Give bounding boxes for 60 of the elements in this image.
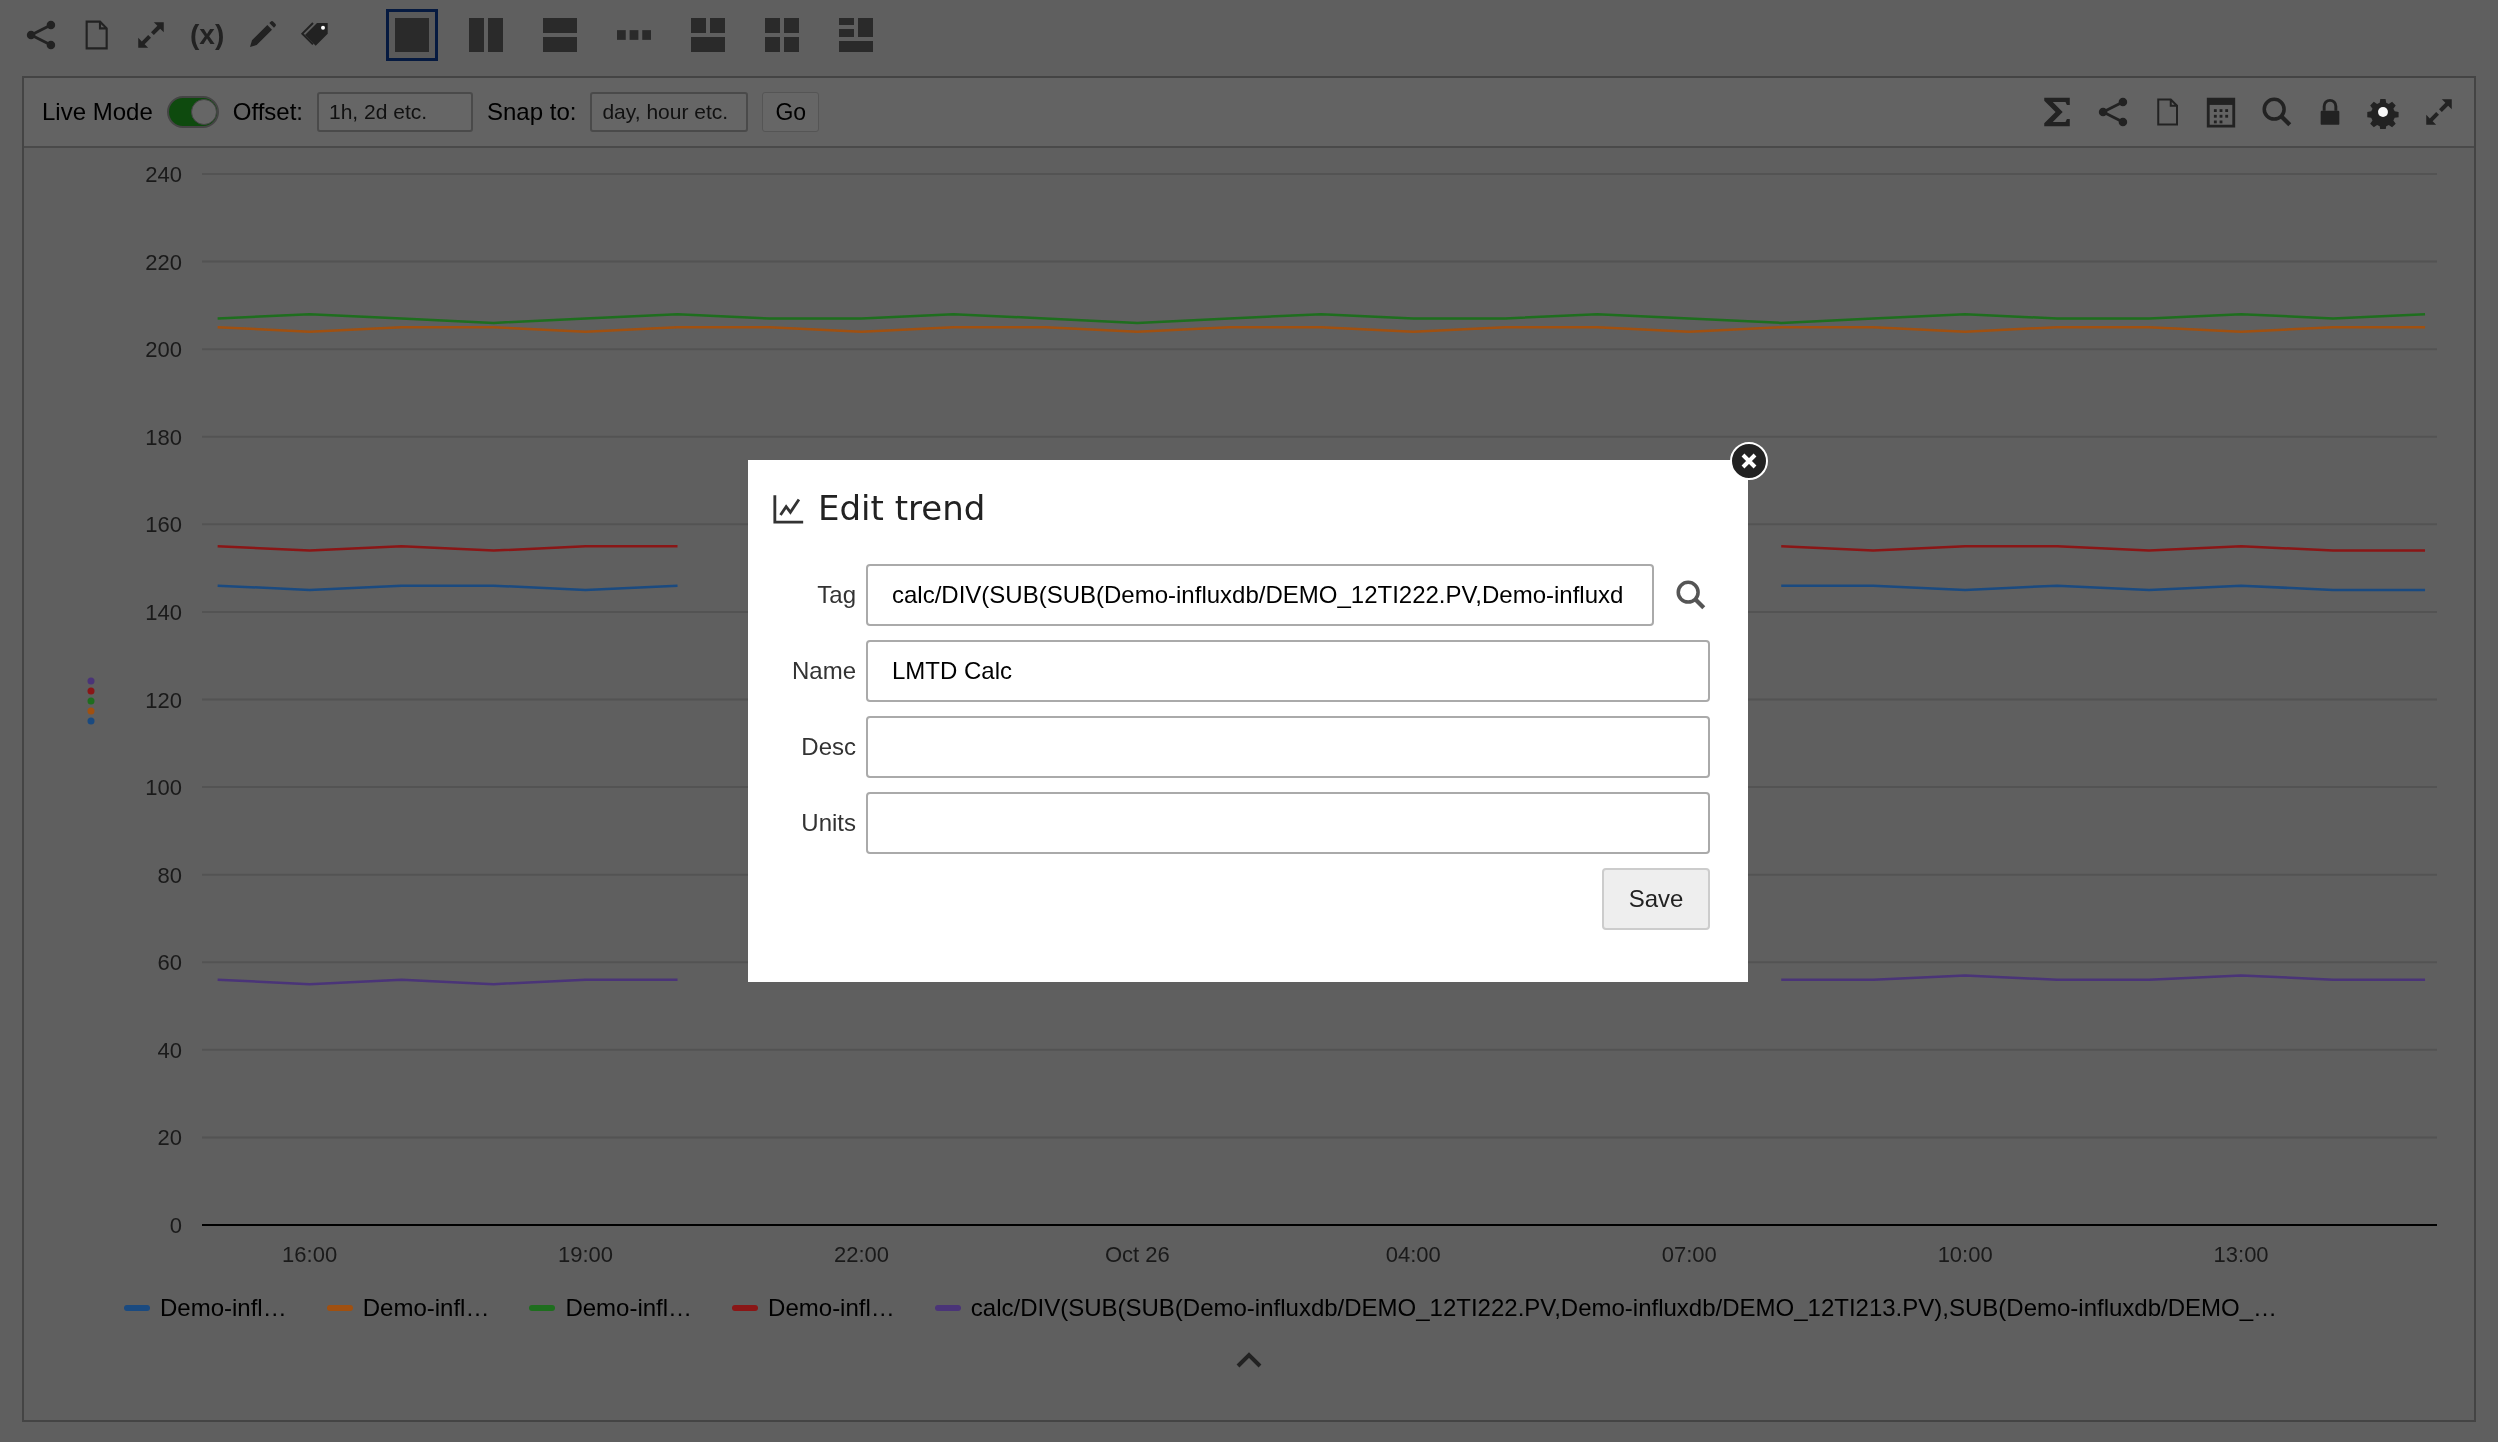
layout-icon <box>543 18 578 52</box>
variables-button[interactable]: (x) <box>190 19 225 51</box>
axis-label: 22:00 <box>833 1242 889 1267</box>
legend-label[interactable]: calc/DIV(SUB(SUB(Demo-influxdb/DEMO_12TI222.PV,Demo-influxdb/DEMO_12TI213.PV),SUB(Demo-influxdb/DEMO_… <box>970 1294 2278 1322</box>
legend-label[interactable]: Demo-infl… <box>160 1294 287 1322</box>
axis-label: 160 <box>145 512 182 538</box>
layout-icon <box>617 30 652 40</box>
search-icon[interactable] <box>1674 578 1708 612</box>
axis-label: 19:00 <box>558 1242 614 1267</box>
layout-icon <box>469 18 504 52</box>
field-label: Desc <box>800 733 857 761</box>
layout-icon <box>691 18 726 52</box>
layout-icon <box>765 18 800 52</box>
axis-label: 16:00 <box>282 1242 338 1267</box>
axis-label: 100 <box>145 775 182 801</box>
axis-label: 120 <box>145 687 182 713</box>
dialog-title: Edit trend <box>818 488 986 528</box>
axis-label: 10:00 <box>1937 1242 1993 1267</box>
calendar-icon[interactable] <box>2204 95 2238 129</box>
share-icon[interactable] <box>24 18 58 52</box>
input-field[interactable]: calc/DIV(SUB(SUB(Demo-influxdb/DEMO_12TI222.PV,Demo-influxd <box>866 564 1654 626</box>
axis-label: 60 <box>157 950 182 976</box>
close-button[interactable] <box>1730 442 1768 480</box>
field-label: Units <box>800 809 857 837</box>
live-mode-toggle[interactable] <box>166 96 219 128</box>
field-label: Tag <box>816 581 857 609</box>
input-field[interactable]: LMTD Calc <box>866 640 1710 702</box>
axis-label: 07:00 <box>1661 1242 1717 1267</box>
axis-label: 40 <box>157 1037 182 1063</box>
go-button[interactable]: Go <box>762 92 820 132</box>
layout-icon <box>395 18 430 52</box>
snap-field[interactable]: day, hour etc. <box>590 92 749 132</box>
axis-label: 0 <box>169 1213 182 1238</box>
share-icon[interactable] <box>2096 95 2130 129</box>
axis-label: 180 <box>145 424 182 450</box>
layout-button[interactable] <box>386 9 439 61</box>
axis-label: 240 <box>145 162 182 187</box>
axis-label: 140 <box>145 599 182 625</box>
axis-label: 20 <box>157 1125 182 1151</box>
live-mode-label: Live Mode <box>42 98 153 126</box>
input-field[interactable] <box>866 716 1710 778</box>
axis-label: 220 <box>145 249 182 275</box>
axis-label: 80 <box>157 862 182 888</box>
input-field[interactable] <box>866 792 1710 854</box>
axis-label: 200 <box>145 337 182 363</box>
offset-label: Offset: <box>232 98 303 126</box>
close-icon <box>1739 451 1759 471</box>
chevron-up-icon[interactable] <box>1236 1352 1262 1368</box>
offset-field[interactable]: 1h, 2d etc. <box>317 92 473 132</box>
axis-label: 13:00 <box>2213 1242 2269 1267</box>
axis-label: Oct 26 <box>1105 1242 1170 1267</box>
legend-label[interactable]: Demo-infl… <box>565 1294 693 1322</box>
legend-label[interactable]: Demo-infl… <box>768 1294 895 1322</box>
snap-label: Snap to: <box>487 98 577 126</box>
layout-icon <box>839 18 874 52</box>
field-label: Name <box>790 657 857 685</box>
axis-label: 04:00 <box>1385 1242 1441 1267</box>
legend-label[interactable]: Demo-infl… <box>362 1294 490 1322</box>
save-button[interactable]: Save <box>1602 868 1710 930</box>
series-dots-icon <box>87 677 95 725</box>
